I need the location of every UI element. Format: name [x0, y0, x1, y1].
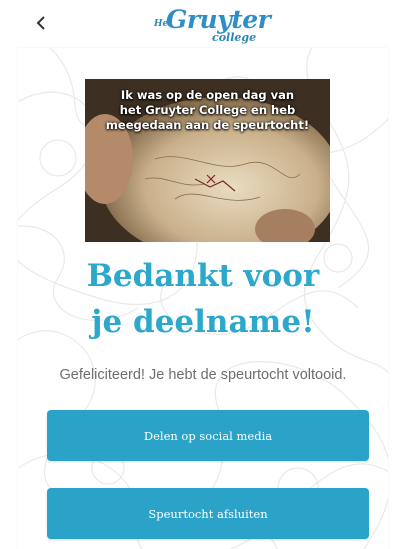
logo-name: Gruyter: [166, 5, 271, 34]
completion-message: Gefeliciteerd! Je hebt de speurtocht vol…: [59, 367, 347, 383]
thank-you-heading: Bedankt voor je deelname!: [18, 253, 388, 345]
heading-line: Bedankt voor: [86, 258, 320, 294]
content-card: Ik was op de open dag van het Gruyter Co…: [18, 48, 388, 549]
back-button[interactable]: [30, 12, 52, 34]
caption-line: Ik was op de open dag van: [120, 88, 295, 102]
photo-caption: Ik was op de open dag van het Gruyter Co…: [85, 88, 330, 133]
share-social-media-button[interactable]: Delen op social media: [47, 410, 369, 461]
heading-line: je deelname!: [91, 304, 315, 340]
chevron-left-icon: [36, 16, 45, 30]
caption-line: meegedaan aan de speurtocht!: [105, 118, 310, 132]
logo-college: college: [212, 31, 257, 44]
speurtocht-photo: Ik was op de open dag van het Gruyter Co…: [85, 79, 330, 242]
close-scavenger-hunt-button[interactable]: Speurtocht afsluiten: [47, 488, 369, 539]
top-bar: Het Gruyter college: [0, 0, 406, 48]
school-logo: Het Gruyter college: [154, 5, 271, 45]
caption-line: het Gruyter College en heb: [119, 103, 296, 117]
